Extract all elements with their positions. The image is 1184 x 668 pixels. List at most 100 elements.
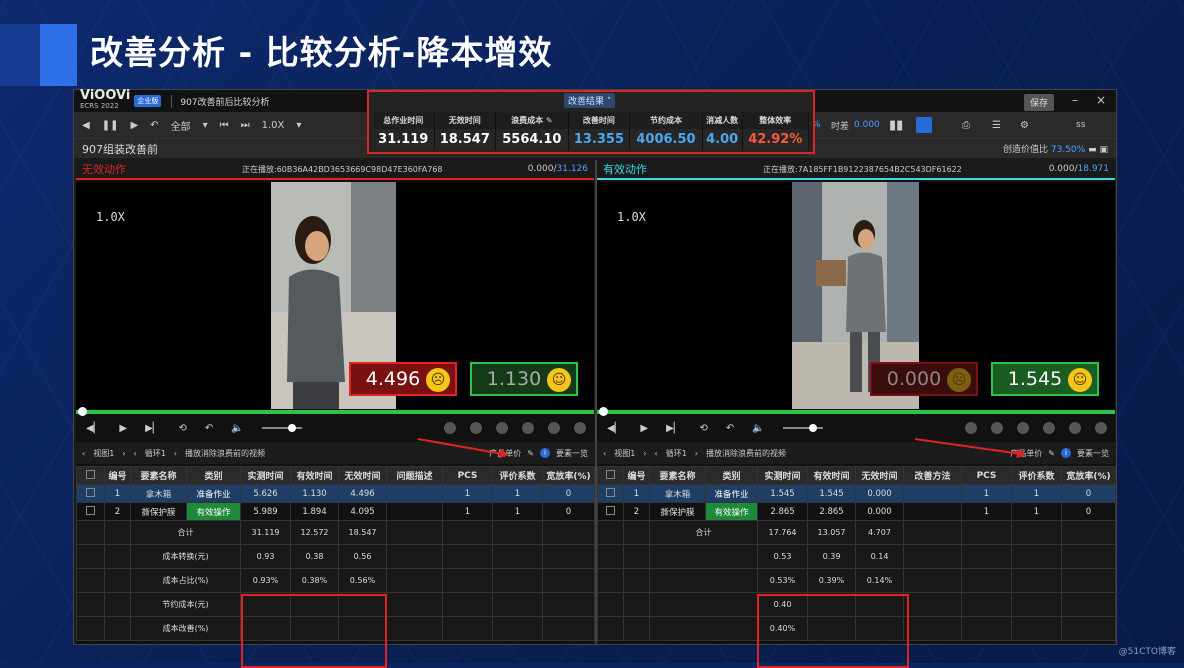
folder-icon[interactable]: ▬	[1088, 145, 1097, 155]
split-view-icon[interactable]: ▮▮	[889, 118, 903, 133]
cell: 0	[542, 502, 595, 521]
left-video[interactable]: 1.0X 4.496 ☹ 1.130 ☺	[76, 182, 594, 409]
next-icon[interactable]: ▶	[130, 120, 138, 131]
result-toggle[interactable]: 改善结果 ˄	[564, 93, 616, 108]
next-frame-icon[interactable]: ▶▏	[666, 423, 681, 434]
right-progress-knob[interactable]	[599, 407, 608, 416]
table-row[interactable]: 1 拿木箱 准备作业 1.545 1.545 0.000 1 1 0	[597, 484, 1116, 503]
rate-select[interactable]: 1.0X	[262, 120, 285, 131]
row-checkbox[interactable]	[86, 505, 95, 515]
loop-select[interactable]: 循环1	[666, 448, 687, 459]
slide-title: 改善分析 - 比较分析-降本增效	[90, 33, 553, 72]
filter-select[interactable]: 播放消除浪费前的视频	[706, 448, 786, 459]
scope-select[interactable]: 全部	[171, 118, 191, 133]
doc-icon[interactable]	[444, 422, 456, 434]
table-row[interactable]: 2 撕保护膜 有效操作 2.865 2.865 0.000 1 1 0	[597, 502, 1116, 521]
loop-select[interactable]: 循环1	[145, 448, 166, 459]
back-icon[interactable]: ↶	[205, 423, 213, 434]
cell: 拿木箱	[130, 484, 187, 503]
user-name[interactable]: ss	[1076, 120, 1085, 130]
info-icon[interactable]: i	[1061, 448, 1071, 458]
play-icon[interactable]: ▶	[119, 423, 127, 434]
elements-list[interactable]: 要素一览	[556, 448, 588, 459]
row-checkbox[interactable]	[606, 487, 615, 497]
gear-icon[interactable]: ⚙	[1020, 120, 1029, 131]
rotate-icon[interactable]	[548, 422, 560, 434]
skip-start-icon[interactable]: ⏮	[220, 120, 229, 131]
col-header: 评价系数	[492, 466, 543, 485]
camera-icon[interactable]	[1095, 422, 1107, 434]
export-icon[interactable]: ▣	[1099, 145, 1108, 155]
view-select[interactable]: 视图1	[614, 448, 635, 459]
loop-icon[interactable]: ⟲	[178, 423, 186, 434]
right-video[interactable]: 1.0X 0.000 ☹ 1.545 ☺	[597, 182, 1115, 409]
info-icon[interactable]: i	[540, 448, 550, 458]
camera-icon[interactable]	[574, 422, 586, 434]
zoom-icon[interactable]	[1043, 422, 1055, 434]
row-checkbox[interactable]	[86, 487, 95, 497]
back-icon[interactable]: ↶	[726, 423, 734, 434]
save-button[interactable]: 保存	[1023, 94, 1054, 111]
pause-icon[interactable]: ❚❚	[102, 120, 119, 131]
left-progress-knob[interactable]	[78, 407, 87, 416]
volume-icon[interactable]: 🔈	[231, 423, 243, 434]
pencil-icon[interactable]: ✎	[1048, 449, 1055, 458]
right-arrow-icon[interactable]: ›	[643, 449, 646, 458]
cell: 1.894	[290, 502, 339, 521]
right-arrow-icon[interactable]: ›	[122, 449, 125, 458]
cell[interactable]	[903, 502, 962, 521]
rotate-icon[interactable]	[1069, 422, 1081, 434]
col-header: 问题描述	[386, 466, 443, 485]
text-icon[interactable]	[991, 422, 1003, 434]
table-row[interactable]: 2 撕保护膜 有效操作 5.989 1.894 4.095 1 1 0	[76, 502, 595, 521]
cell[interactable]	[386, 484, 443, 503]
loop-icon[interactable]: ⟲	[699, 423, 707, 434]
layout-icon[interactable]	[916, 117, 932, 133]
row-checkbox[interactable]	[606, 505, 615, 515]
right-progress[interactable]	[597, 407, 1115, 416]
prev-frame-icon[interactable]: ◀▏	[86, 423, 101, 434]
left-panel-header: 无效动作 正在播放:60B36A42BD3653669C98D47E360FA7…	[76, 160, 594, 180]
left-progress[interactable]	[76, 407, 594, 416]
left-arrow-icon[interactable]: ‹	[82, 449, 85, 458]
location-icon[interactable]	[1017, 422, 1029, 434]
select-all-checkbox[interactable]	[76, 466, 105, 485]
left-arrow-icon[interactable]: ‹	[134, 449, 137, 458]
right-arrow-icon[interactable]: ›	[695, 449, 698, 458]
cell[interactable]	[386, 502, 443, 521]
text-icon[interactable]	[470, 422, 482, 434]
left-panel-label: 无效动作	[82, 163, 126, 176]
left-arrow-icon[interactable]: ‹	[655, 449, 658, 458]
cell[interactable]	[903, 484, 962, 503]
doc-icon[interactable]	[965, 422, 977, 434]
pencil-icon[interactable]: ✎	[527, 449, 534, 458]
left-now-playing: 正在播放:60B36A42BD3653669C98D47E360FA768	[242, 164, 443, 174]
volume-slider[interactable]	[782, 424, 823, 432]
select-all-checkbox[interactable]	[597, 466, 624, 485]
next-frame-icon[interactable]: ▶▏	[145, 423, 160, 434]
view-select[interactable]: 视图1	[93, 448, 114, 459]
left-good-score: 1.130 ☺	[470, 362, 578, 396]
skip-end-icon[interactable]: ⏭	[241, 120, 250, 131]
elements-list[interactable]: 要素一览	[1077, 448, 1109, 459]
minimize-button[interactable]: –	[1072, 93, 1078, 107]
play-icon[interactable]: ▶	[640, 423, 648, 434]
filter-select[interactable]: 播放消除浪费前的视频	[185, 448, 265, 459]
prev-frame-icon[interactable]: ◀▏	[607, 423, 622, 434]
zoom-icon[interactable]	[522, 422, 534, 434]
location-icon[interactable]	[496, 422, 508, 434]
print-icon[interactable]: ⎙	[962, 120, 970, 131]
cell: 撕保护膜	[649, 502, 706, 521]
cell: 4.095	[338, 502, 387, 521]
right-arrow-icon[interactable]: ›	[174, 449, 177, 458]
volume-icon[interactable]: 🔈	[752, 423, 764, 434]
prev-icon[interactable]: ◀	[82, 120, 90, 131]
close-button[interactable]: ×	[1096, 93, 1106, 107]
col-header: PCS	[442, 466, 493, 485]
undo-icon[interactable]: ↶	[150, 120, 158, 131]
table-row[interactable]: 1 拿木箱 准备作业 5.626 1.130 4.496 1 1 0	[76, 484, 595, 503]
category-badge: 准备作业	[705, 484, 758, 503]
menu-icon[interactable]: ☰	[992, 120, 1001, 131]
volume-slider[interactable]	[261, 424, 302, 432]
left-arrow-icon[interactable]: ‹	[603, 449, 606, 458]
